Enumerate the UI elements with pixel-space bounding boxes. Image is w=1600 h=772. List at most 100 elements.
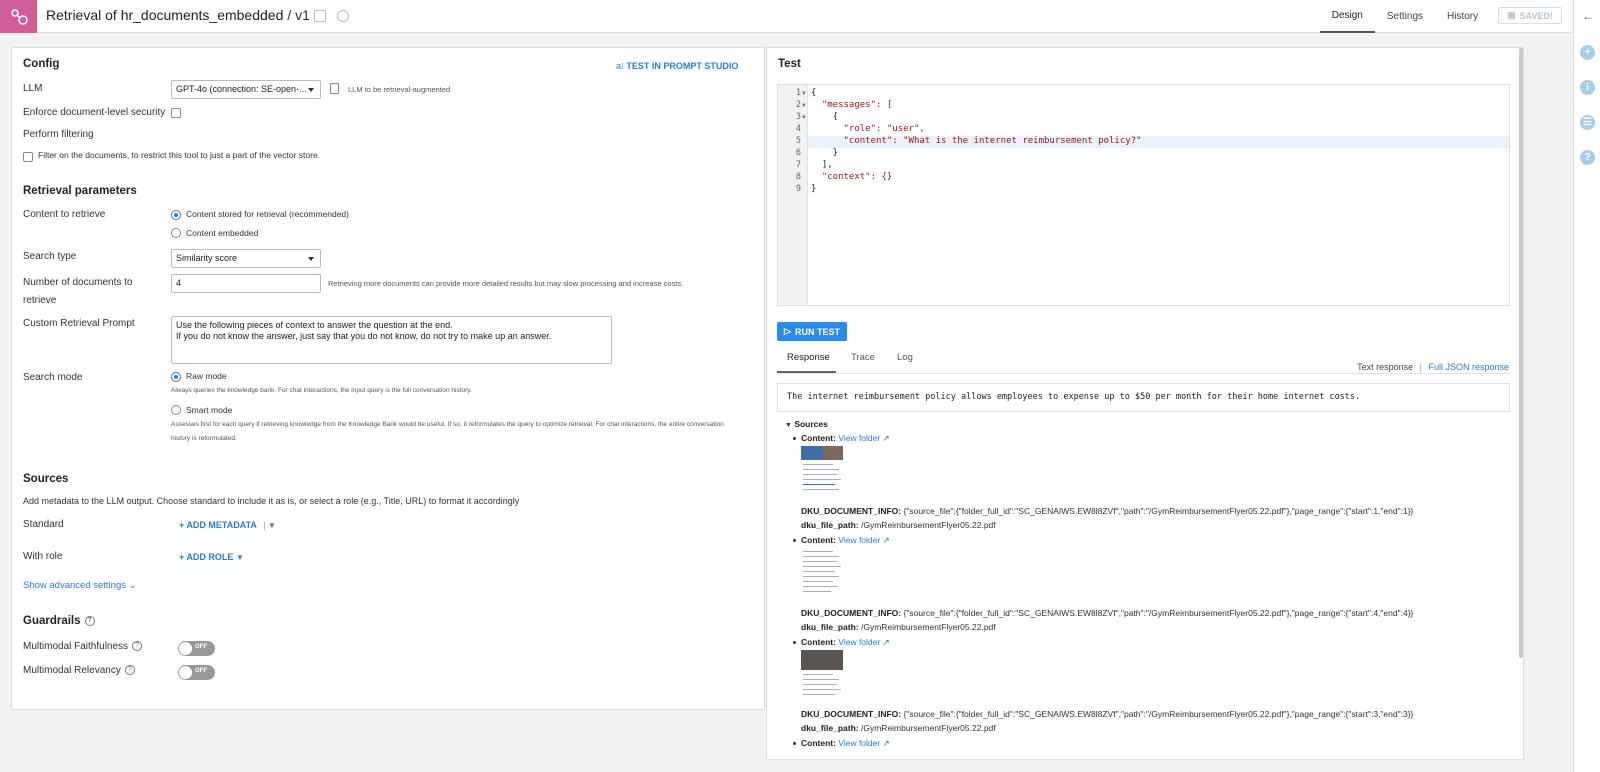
- custom-prompt-textarea[interactable]: Use the following pieces of context to a…: [171, 316, 612, 364]
- view-folder-link[interactable]: View folder: [838, 738, 880, 748]
- thumb-line: [803, 586, 838, 587]
- thumb-line: [803, 561, 837, 562]
- tab-trace[interactable]: Trace: [851, 352, 875, 363]
- plus-icon: +: [179, 552, 185, 562]
- content-label: Content:: [801, 433, 836, 443]
- copy-icon[interactable]: [330, 83, 339, 94]
- test-title: Test: [778, 58, 801, 70]
- tab-settings[interactable]: Settings: [1375, 0, 1435, 33]
- discussion-icon[interactable]: ☰: [1580, 115, 1595, 130]
- help-icon[interactable]: ?: [84, 615, 95, 626]
- sources-header[interactable]: ▼ Sources: [785, 419, 828, 429]
- text-response-option[interactable]: Text response: [1357, 362, 1413, 372]
- line-number: 6: [795, 148, 801, 158]
- thumb-line: [803, 581, 833, 582]
- source-file-path: dku_file_path: /GymReimbursementFlyer05.…: [801, 723, 996, 733]
- smart-mode-desc-1: Assesses first for each query if retriev…: [171, 421, 724, 428]
- back-arrow-icon[interactable]: ←: [1582, 9, 1594, 23]
- num-docs-input[interactable]: 4: [171, 274, 321, 293]
- faithfulness-toggle[interactable]: OFF: [178, 641, 215, 656]
- history-clock-icon[interactable]: [337, 10, 349, 22]
- smart-mode-radio[interactable]: [171, 405, 181, 415]
- full-json-response-link[interactable]: Full JSON response: [1428, 362, 1509, 372]
- prompt-studio-icon: a⁝: [616, 61, 624, 71]
- test-panel-scrollbar[interactable]: [1519, 48, 1523, 658]
- view-folder-link[interactable]: View folder: [838, 637, 880, 647]
- config-panel: Config a⁝ TEST IN PROMPT STUDIO LLM GPT-…: [11, 47, 765, 710]
- code-line: "messages": [: [811, 100, 893, 110]
- llm-select[interactable]: GPT-4o (connection: SE-open-...: [171, 80, 321, 99]
- caret-down-icon: ▼: [785, 422, 792, 429]
- content-stored-radio[interactable]: [171, 210, 181, 220]
- format-separator: |: [1419, 362, 1422, 372]
- content-to-retrieve-label: Content to retrieve: [23, 209, 106, 220]
- code-line: {: [811, 88, 817, 98]
- filter-checkbox[interactable]: [23, 152, 33, 162]
- help-icon[interactable]: ?: [132, 641, 143, 652]
- run-test-button[interactable]: ▷ RUN TEST: [777, 322, 847, 341]
- code-line: "role": "user",: [811, 124, 925, 134]
- external-link-icon[interactable]: ↗: [883, 535, 890, 545]
- thumb-photo: [823, 446, 843, 460]
- thumb-line: [803, 694, 835, 695]
- thumb-line: [803, 479, 841, 480]
- custom-prompt-line2: If you do not know the answer, just say …: [176, 331, 552, 341]
- add-role-button[interactable]: + ADD ROLE ▼: [179, 552, 244, 562]
- file-path-label: dku_file_path:: [801, 723, 859, 733]
- tab-design[interactable]: Design: [1319, 0, 1375, 33]
- relevancy-toggle[interactable]: OFF: [178, 665, 215, 680]
- search-mode-label: Search mode: [23, 372, 83, 383]
- thumb-line: [803, 566, 841, 567]
- source-page-thumbnail[interactable]: [801, 548, 843, 598]
- raw-mode-radio[interactable]: [171, 372, 181, 382]
- source-doc-info: DKU_DOCUMENT_INFO: {"source_file":{"fold…: [801, 608, 1413, 618]
- json-editor[interactable]: 1 ▼ 2 ▼ 3 ▼ 4 5 6 7 8 9 { "messages": [ { "…: [777, 84, 1510, 306]
- tab-response[interactable]: Response: [787, 352, 830, 363]
- external-link-icon[interactable]: ↗: [883, 637, 890, 647]
- source-doc-info: DKU_DOCUMENT_INFO: {"source_file":{"fold…: [801, 506, 1413, 516]
- source-content-line: Content: View folder ↗: [801, 738, 890, 749]
- fold-arrow-icon[interactable]: ▼: [802, 102, 806, 109]
- show-advanced-settings-link[interactable]: Show advanced settings ⌄: [23, 580, 137, 591]
- tabs-underline: [777, 373, 1510, 374]
- chevron-down-icon[interactable]: ▼: [268, 521, 276, 530]
- enforce-security-checkbox[interactable]: [171, 108, 181, 118]
- tab-log[interactable]: Log: [897, 352, 913, 363]
- standard-label: Standard: [23, 519, 64, 530]
- help-icon[interactable]: ?: [1580, 150, 1595, 165]
- external-link-icon[interactable]: ↗: [883, 738, 890, 748]
- toggle-text: OFF: [195, 644, 207, 650]
- line-number: 2: [795, 100, 801, 110]
- test-panel: Test 1 ▼ 2 ▼ 3 ▼ 4 5 6 7 8 9 { "messages": …: [766, 47, 1524, 760]
- line-number: 7: [795, 160, 801, 170]
- saved-button[interactable]: ▣ SAVED!: [1498, 7, 1562, 24]
- doc-info-label: DKU_DOCUMENT_INFO:: [801, 506, 902, 516]
- add-icon[interactable]: +: [1580, 45, 1595, 60]
- thumb-line: [803, 571, 835, 572]
- view-folder-link[interactable]: View folder: [838, 433, 880, 443]
- source-page-thumbnail[interactable]: [801, 650, 843, 700]
- test-in-prompt-studio-link[interactable]: a⁝ TEST IN PROMPT STUDIO: [616, 61, 738, 72]
- add-metadata-button[interactable]: + ADD METADATA | ▼: [179, 520, 276, 530]
- fold-arrow-icon[interactable]: ▼: [802, 114, 806, 121]
- code-line: "content": "What is the internet reimbur…: [811, 136, 1142, 146]
- smart-mode-desc-2: history is reformulated.: [171, 435, 237, 442]
- config-title: Config: [23, 58, 60, 70]
- line-number: 5: [795, 136, 801, 146]
- tab-history[interactable]: History: [1435, 0, 1490, 33]
- agent-tool-icon[interactable]: [0, 0, 37, 33]
- copy-icon[interactable]: [314, 10, 326, 22]
- page-title: Retrieval of hr_documents_embedded / v1: [46, 7, 310, 23]
- search-type-select[interactable]: Similarity score: [171, 249, 321, 268]
- thumb-line: [803, 551, 833, 552]
- file-path-value: /GymReimbursementFlyer05.22.pdf: [861, 520, 996, 530]
- file-path-value: /GymReimbursementFlyer05.22.pdf: [861, 622, 996, 632]
- external-link-icon[interactable]: ↗: [883, 433, 890, 443]
- info-icon[interactable]: i: [1580, 80, 1595, 95]
- fold-arrow-icon[interactable]: ▼: [802, 90, 806, 97]
- run-test-label: RUN TEST: [794, 326, 840, 337]
- source-page-thumbnail[interactable]: [801, 446, 843, 496]
- content-embedded-radio[interactable]: [171, 228, 181, 238]
- help-icon[interactable]: ?: [124, 665, 135, 676]
- view-folder-link[interactable]: View folder: [838, 535, 880, 545]
